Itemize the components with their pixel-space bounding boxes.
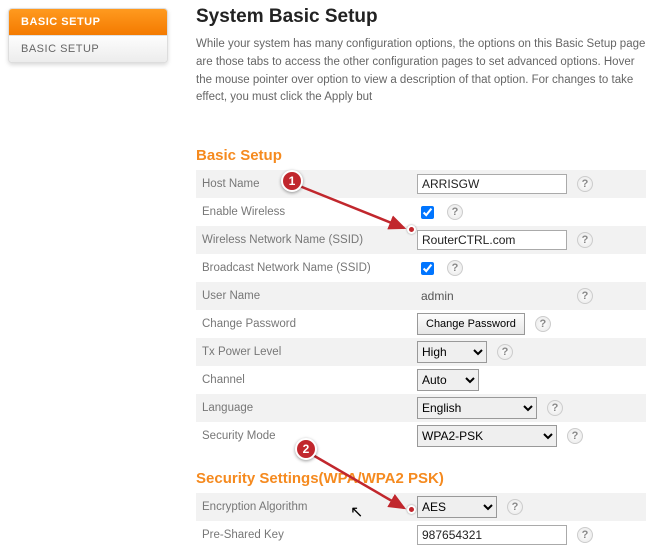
checkbox-enable-wireless[interactable]: [421, 206, 434, 219]
label-psk: Pre-Shared Key: [202, 529, 417, 541]
help-icon[interactable]: ?: [447, 260, 463, 276]
help-icon[interactable]: ?: [567, 428, 583, 444]
row-enable-wireless: Enable Wireless ?: [196, 198, 646, 226]
label-ssid: Wireless Network Name (SSID): [202, 234, 417, 246]
main-content: System Basic Setup While your system has…: [196, 6, 646, 549]
input-user-name: [417, 286, 567, 306]
row-language: Language English ?: [196, 394, 646, 422]
select-security-mode[interactable]: WPA2-PSK: [417, 425, 557, 447]
checkbox-broadcast-ssid[interactable]: [421, 262, 434, 275]
page-intro: While your system has many configuration…: [196, 36, 646, 107]
label-enable-wireless: Enable Wireless: [202, 206, 417, 218]
help-icon[interactable]: ?: [507, 499, 523, 515]
row-tx-power: Tx Power Level High ?: [196, 338, 646, 366]
input-psk[interactable]: [417, 525, 567, 545]
row-user-name: User Name ?: [196, 282, 646, 310]
security-settings-form: Encryption Algorithm AES ? Pre-Shared Ke…: [196, 493, 646, 549]
help-icon[interactable]: ?: [447, 204, 463, 220]
select-tx-power[interactable]: High: [417, 341, 487, 363]
basic-setup-form: Host Name ? Enable Wireless ? Wireless N…: [196, 170, 646, 450]
row-encryption: Encryption Algorithm AES ?: [196, 493, 646, 521]
label-channel: Channel: [202, 374, 417, 386]
annotation-marker-1: 1: [281, 170, 303, 192]
page-title: System Basic Setup: [196, 6, 646, 28]
label-language: Language: [202, 402, 417, 414]
row-psk: Pre-Shared Key ?: [196, 521, 646, 549]
nav-tab-basic-setup-active[interactable]: BASIC SETUP: [9, 9, 167, 35]
row-host-name: Host Name ?: [196, 170, 646, 198]
help-icon[interactable]: ?: [577, 288, 593, 304]
cursor-icon: ↖: [350, 502, 363, 522]
row-channel: Channel Auto: [196, 366, 646, 394]
help-icon[interactable]: ?: [497, 344, 513, 360]
row-change-password: Change Password Change Password ?: [196, 310, 646, 338]
input-ssid[interactable]: [417, 230, 567, 250]
label-user-name: User Name: [202, 290, 417, 302]
select-language[interactable]: English: [417, 397, 537, 419]
input-host-name[interactable]: [417, 174, 567, 194]
select-encryption[interactable]: AES: [417, 496, 497, 518]
annotation-dot-2: [407, 505, 416, 514]
row-broadcast-ssid: Broadcast Network Name (SSID) ?: [196, 254, 646, 282]
annotation-dot-1: [407, 225, 416, 234]
button-change-password[interactable]: Change Password: [417, 313, 525, 335]
help-icon[interactable]: ?: [577, 176, 593, 192]
select-channel[interactable]: Auto: [417, 369, 479, 391]
row-security-mode: Security Mode WPA2-PSK ?: [196, 422, 646, 450]
label-host-name: Host Name: [202, 178, 417, 190]
label-tx-power: Tx Power Level: [202, 346, 417, 358]
section-basic-setup: Basic Setup: [196, 147, 646, 164]
sidebar: BASIC SETUP BASIC SETUP: [8, 8, 168, 63]
help-icon[interactable]: ?: [535, 316, 551, 332]
label-encryption: Encryption Algorithm: [202, 501, 417, 513]
label-change-password: Change Password: [202, 318, 417, 330]
help-icon[interactable]: ?: [577, 232, 593, 248]
help-icon[interactable]: ?: [577, 527, 593, 543]
label-broadcast-ssid: Broadcast Network Name (SSID): [202, 262, 417, 274]
annotation-marker-2: 2: [295, 438, 317, 460]
section-security-settings: Security Settings(WPA/WPA2 PSK): [196, 470, 646, 487]
row-ssid: Wireless Network Name (SSID) ?: [196, 226, 646, 254]
help-icon[interactable]: ?: [547, 400, 563, 416]
nav-tab-basic-setup[interactable]: BASIC SETUP: [9, 35, 167, 62]
